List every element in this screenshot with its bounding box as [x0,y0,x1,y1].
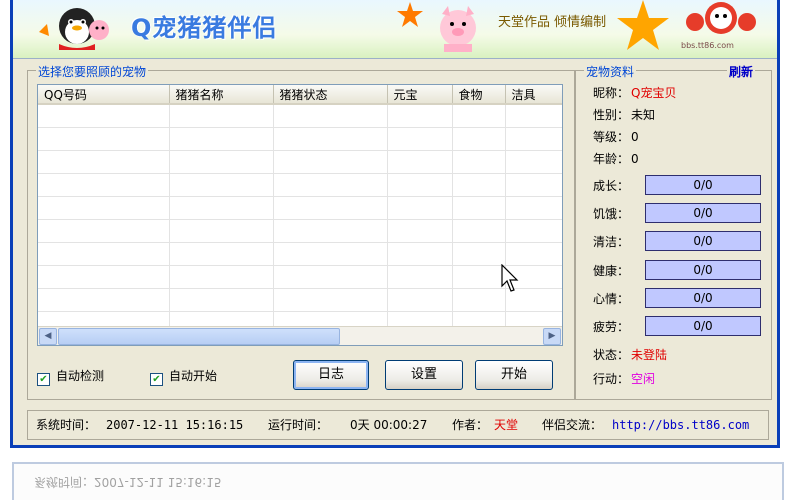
banner-watermark: bbs.tt86.com [681,41,734,50]
log-button[interactable]: 日志 [293,360,369,390]
scrollbar-thumb[interactable] [58,328,340,345]
system-time-value: 2007-12-11 15:16:15 [106,418,244,432]
table-row [38,242,562,266]
column-header-cleaner[interactable]: 洁具 [505,85,562,105]
author-value: 天堂 [494,418,519,432]
settings-button[interactable]: 设置 [385,360,463,390]
stat-hunger-bar: 0/0 [645,203,761,223]
start-button[interactable]: 开始 [475,360,553,390]
age-value: 0 [631,152,639,166]
forum-label: 伴侣交流： [542,418,603,432]
stat-fatigue-bar: 0/0 [645,316,761,336]
pet-list-table[interactable]: QQ号码 猪猪名称 猪猪状态 元宝 食物 洁具 ◀ ▶ [37,84,563,346]
horizontal-scrollbar[interactable]: ◀ ▶ [38,326,562,345]
auto-start-label: 自动开始 [169,369,218,383]
table-row [38,219,562,243]
stat-mood-label: 心情： [593,292,630,306]
pig-mascot-icon [440,6,476,52]
gender-label: 性别： [593,108,630,122]
stat-clean-bar: 0/0 [645,231,761,251]
table-row [38,127,562,151]
scroll-right-icon[interactable]: ▶ [543,328,561,345]
column-header-qq[interactable]: QQ号码 [38,85,170,105]
table-row [38,288,562,312]
table-row [38,196,562,220]
stat-growth-bar: 0/0 [645,175,761,195]
penguin-logo-icon [686,2,756,34]
auto-start-checkbox[interactable]: ✔ 自动开始 [150,367,217,386]
system-time-label: 系统时间： [36,418,97,432]
table-row [38,104,562,128]
age-row: 年龄： 0 [593,150,639,167]
column-header-pig-status[interactable]: 猪猪状态 [273,85,388,105]
banner-author-text: 天堂作品 倾情编制 [498,15,607,30]
gender-row: 性别： 未知 [593,106,655,123]
nickname-value: Q宠宝贝 [631,86,677,100]
column-header-pig-name[interactable]: 猪猪名称 [169,85,274,105]
penguin-mascot-icon [39,8,109,50]
table-row [38,265,562,289]
column-header-yuanbao[interactable]: 元宝 [387,85,453,105]
table-row [38,150,562,174]
table-row [38,173,562,197]
pet-status-row: 状态： 未登陆 [593,346,667,363]
nickname-row: 昵称： Q宠宝贝 [593,84,676,101]
stat-mood-bar: 0/0 [645,288,761,308]
pet-status-label: 状态： [593,348,630,362]
stat-clean-label: 清洁： [593,235,630,249]
run-time-value: 0天 00:00:27 [350,418,428,432]
pet-status-value: 未登陆 [631,348,668,362]
level-row: 等级： 0 [593,128,639,145]
nickname-label: 昵称： [593,86,630,100]
auto-detect-checkbox[interactable]: ✔ 自动检测 [37,367,104,386]
gender-value: 未知 [631,108,656,122]
run-time-label: 运行时间： [268,418,329,432]
star-icon [397,2,423,27]
status-bar: 系统时间： 2007-12-11 15:16:15 运行时间： 0天 00:00… [27,410,769,440]
pet-action-row: 行动： 空闲 [593,370,655,387]
checkbox-checked-icon[interactable]: ✔ [150,373,163,386]
checkbox-checked-icon[interactable]: ✔ [37,373,50,386]
reflection-text: 系统时间：2007-12-11 15:16:15 [34,475,222,489]
pet-list-group-label: 选择您要照顾的宠物 [36,63,149,80]
stat-health-bar: 0/0 [645,260,761,280]
main-window: Q宠猪猪伴侣 天堂作品 倾情编制 bbs.tt86.com 选择您要照顾的宠物 [10,0,780,448]
column-header-food[interactable]: 食物 [452,85,506,105]
scroll-left-icon[interactable]: ◀ [39,328,57,345]
window-reflection: 系统时间：2007-12-11 15:16:15 [12,462,784,500]
stat-hunger-label: 饥饿： [593,207,630,221]
stat-health-label: 健康： [593,264,630,278]
pet-info-group-label: 宠物资料 [584,63,637,80]
stat-growth-label: 成长： [593,179,630,193]
auto-detect-label: 自动检测 [56,369,105,383]
header-banner: Q宠猪猪伴侣 天堂作品 倾情编制 bbs.tt86.com [13,0,777,59]
mouse-cursor-icon [501,264,519,292]
star-icon [617,0,669,50]
pet-action-value: 空闲 [631,372,656,386]
forum-link[interactable]: http://bbs.tt86.com [612,411,749,439]
level-value: 0 [631,130,639,144]
app-title: Q宠猪猪伴侣 [131,14,278,42]
refresh-link[interactable]: 刷新 [726,63,755,80]
stat-fatigue-label: 疲劳： [593,320,630,334]
level-label: 等级： [593,130,630,144]
author-label: 作者： [452,418,489,432]
age-label: 年龄： [593,152,630,166]
pet-action-label: 行动： [593,372,630,386]
